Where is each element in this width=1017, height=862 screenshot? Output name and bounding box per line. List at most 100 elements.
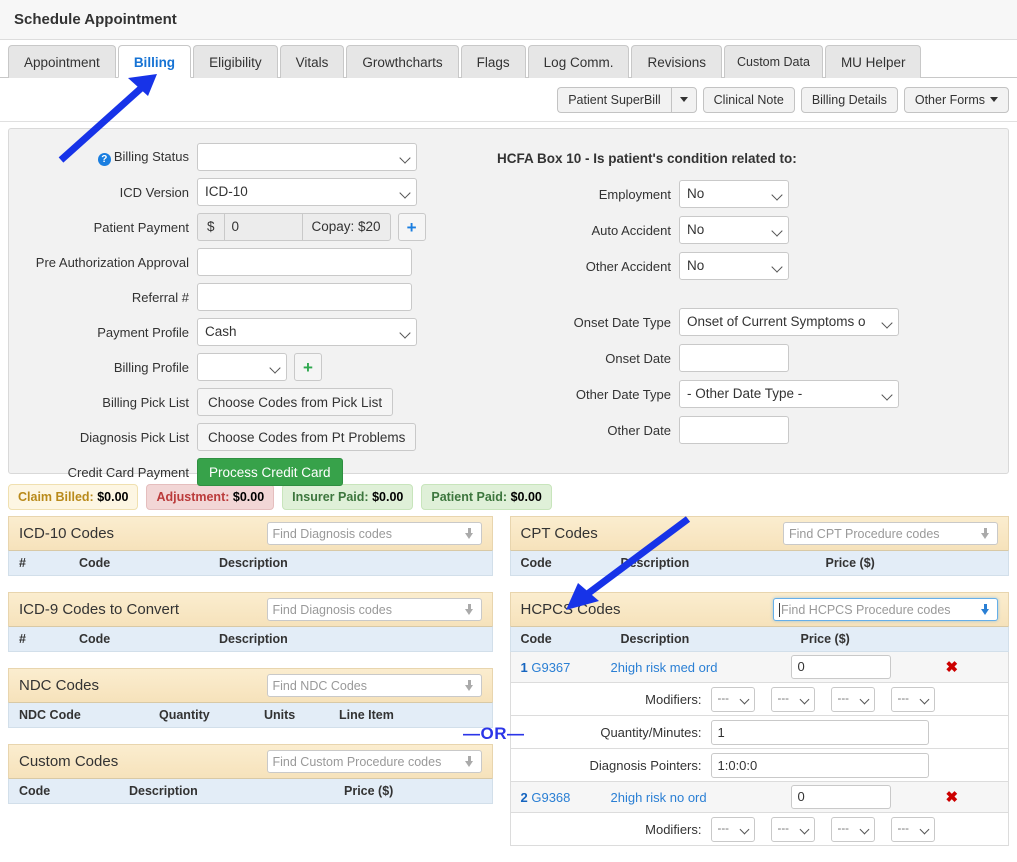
dropdown-arrow-icon — [980, 603, 992, 616]
icd10-search-placeholder: Find Diagnosis codes — [272, 526, 393, 541]
cpt-search-input[interactable]: Find CPT Procedure codes — [783, 522, 998, 545]
hcpcs-price-input[interactable]: 0 — [790, 785, 891, 809]
ndc-panel-title: NDC Codes — [19, 677, 100, 694]
onset-date-type-select[interactable]: Onset of Current Symptoms o — [679, 308, 899, 336]
diagnosis-pointers-input[interactable]: 1:0:0:0 — [710, 752, 929, 778]
patient-payment-input[interactable]: 0 — [223, 213, 302, 241]
quantity-minutes-input[interactable]: 1 — [710, 719, 929, 745]
tab-log-comm[interactable]: Log Comm. — [527, 45, 630, 78]
field-pre-auth: Pre Authorization Approval — [9, 248, 439, 276]
billing-details-button[interactable]: Billing Details — [800, 86, 898, 113]
superbill-button-group: Patient SuperBill — [557, 86, 697, 113]
icd9-panel-header: ICD-9 Codes to Convert Find Diagnosis co… — [8, 592, 493, 626]
code-panels-region: ICD-10 Codes Find Diagnosis codes # Code… — [0, 516, 1017, 862]
diagnosis-pointers-label: Diagnosis Pointers: — [589, 757, 702, 773]
superbill-dropdown-toggle[interactable] — [670, 86, 697, 113]
other-date-type-select[interactable]: - Other Date Type - — [679, 380, 899, 408]
tab-growthcharts[interactable]: Growthcharts — [346, 45, 459, 78]
custom-search-placeholder: Find Custom Procedure codes — [272, 754, 442, 769]
modifier-select-2[interactable]: --- — [770, 686, 815, 712]
icd10-search-input[interactable]: Find Diagnosis codes — [266, 522, 482, 545]
hcpcs-row-code[interactable]: 1 G9367 — [511, 660, 611, 675]
hcpcs-quantity-row: Quantity/Minutes: 1 — [509, 716, 1009, 749]
tab-flags[interactable]: Flags — [460, 45, 526, 78]
currency-addon: $ — [197, 213, 224, 241]
cpt-panel-header: CPT Codes Find CPT Procedure codes — [509, 516, 1009, 550]
caret-down-icon — [679, 97, 688, 102]
choose-codes-from-pt-problems-button[interactable]: Choose Codes from Pt Problems — [197, 423, 417, 451]
tab-revisions[interactable]: Revisions — [631, 45, 722, 78]
tab-appointment[interactable]: Appointment — [8, 45, 116, 78]
billing-status-select[interactable] — [197, 143, 417, 171]
help-circle-icon[interactable]: ? — [97, 153, 111, 166]
icd-version-select[interactable]: ICD-10 — [197, 178, 417, 206]
field-referral: Referral # — [9, 283, 439, 311]
hcpcs-row-code[interactable]: 2 G9368 — [511, 790, 611, 805]
onset-date-input[interactable] — [679, 344, 789, 372]
tab-eligibility[interactable]: Eligibility — [193, 45, 278, 78]
add-payment-button[interactable]: + — [397, 213, 426, 241]
field-other-accident: Other Accident No — [479, 252, 1009, 280]
tab-custom-data[interactable]: Custom Data — [723, 45, 823, 78]
column-header-code: Code — [79, 632, 111, 646]
modifier-select-2[interactable]: --- — [770, 816, 815, 842]
hcpcs-price-input[interactable]: 0 — [790, 655, 891, 679]
panel-custom-codes: Custom Codes Find Custom Procedure codes… — [8, 744, 493, 804]
process-credit-card-button[interactable]: Process Credit Card — [197, 458, 343, 486]
other-forms-button[interactable]: Other Forms — [903, 86, 1009, 113]
modifier-select-1[interactable]: --- — [710, 816, 755, 842]
pre-auth-input[interactable] — [197, 248, 412, 276]
hcpcs-row-description[interactable]: 2high risk no ord — [611, 790, 791, 805]
copay-addon: Copay: $20 — [301, 213, 391, 241]
credit-card-label: Credit Card Payment — [67, 464, 189, 480]
modifier-select-4[interactable]: --- — [890, 816, 935, 842]
delete-row-button[interactable]: ✖ — [946, 658, 959, 676]
modifier-select-1[interactable]: --- — [710, 686, 755, 712]
employment-select[interactable]: No — [679, 180, 789, 208]
icd9-table-header: # Code Description — [8, 626, 493, 652]
modifier-select-3[interactable]: --- — [830, 686, 875, 712]
table-row[interactable]: 1 G9367 2high risk med ord 0 ✖ — [509, 652, 1009, 683]
auto-accident-label: Auto Accident — [591, 222, 672, 238]
panel-icd10-codes: ICD-10 Codes Find Diagnosis codes # Code… — [8, 516, 493, 576]
billing-profile-select[interactable] — [197, 353, 287, 381]
choose-codes-from-pick-list-button[interactable]: Choose Codes from Pick List — [197, 388, 394, 416]
field-diagnosis-pick-list: Diagnosis Pick List Choose Codes from Pt… — [9, 423, 439, 451]
column-header-price: Price ($) — [825, 556, 875, 570]
delete-row-button[interactable]: ✖ — [946, 788, 959, 806]
auto-accident-select[interactable]: No — [679, 216, 789, 244]
tab-mu-helper[interactable]: MU Helper — [824, 45, 922, 78]
patient-superbill-button[interactable]: Patient SuperBill — [557, 86, 671, 113]
hcpcs-search-input[interactable]: Find HCPCS Procedure codes — [773, 598, 998, 621]
add-billing-profile-button[interactable]: + — [294, 353, 322, 381]
tab-billing[interactable]: Billing — [117, 45, 192, 78]
modifier-select-4[interactable]: --- — [890, 686, 935, 712]
icd9-search-input[interactable]: Find Diagnosis codes — [266, 598, 482, 621]
referral-input[interactable] — [197, 283, 412, 311]
column-header-quantity: Quantity — [159, 708, 210, 722]
modifier-select-3[interactable]: --- — [830, 816, 875, 842]
tab-vitals[interactable]: Vitals — [279, 45, 345, 78]
hcpcs-modifiers-row: Modifiers: --- --- --- --- — [509, 813, 1009, 846]
other-accident-label: Other Accident — [585, 258, 671, 274]
ndc-search-input[interactable]: Find NDC Codes — [266, 674, 482, 697]
hcpcs-row-description[interactable]: 2high risk med ord — [611, 660, 791, 675]
other-date-input[interactable] — [679, 416, 789, 444]
column-header-code: Code — [79, 556, 111, 570]
clinical-note-button[interactable]: Clinical Note — [702, 86, 795, 113]
field-icd-version: ICD Version ICD-10 — [9, 178, 439, 206]
payment-profile-select[interactable]: Cash — [197, 318, 417, 346]
column-header-code: Code — [520, 632, 552, 646]
billing-form-panel: ? Billing Status ICD Version ICD-10 Patie… — [8, 128, 1009, 486]
billing-pick-list-label: Billing Pick List — [102, 394, 189, 410]
custom-search-input[interactable]: Find Custom Procedure codes — [266, 750, 482, 773]
dropdown-arrow-icon — [464, 679, 476, 692]
column-header-description: Description — [620, 632, 690, 646]
field-billing-status: ? Billing Status — [9, 143, 439, 171]
left-code-column: ICD-10 Codes Find Diagnosis codes # Code… — [8, 516, 493, 862]
field-onset-date: Onset Date — [479, 344, 1009, 372]
other-accident-select[interactable]: No — [679, 252, 789, 280]
table-row[interactable]: 2 G9368 2high risk no ord 0 ✖ — [509, 782, 1009, 813]
hcpcs-table-header: Code Description Price ($) — [509, 626, 1009, 652]
hcfa-box10-title: HCFA Box 10 - Is patient's condition rel… — [497, 151, 797, 166]
